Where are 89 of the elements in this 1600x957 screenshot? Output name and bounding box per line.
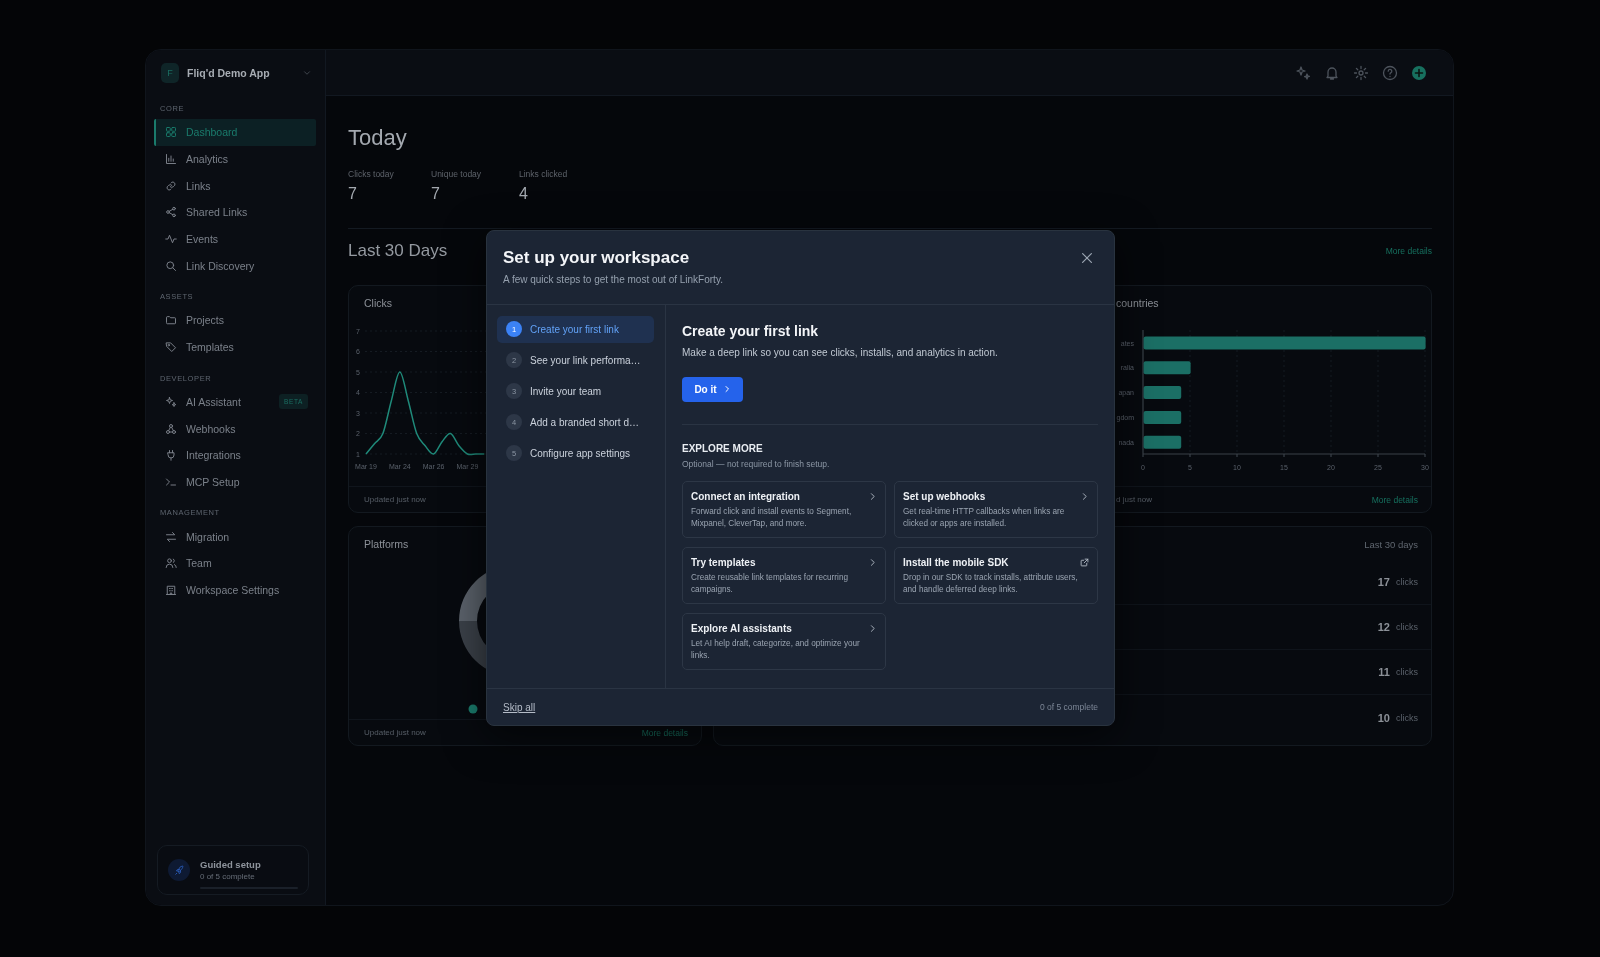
bar — [1143, 361, 1191, 375]
search-icon — [165, 259, 177, 272]
click-count: 11 — [1378, 666, 1390, 678]
chevron-icon — [722, 385, 731, 394]
chevron-icon — [868, 624, 877, 634]
section-note: Optional — not required to finish setup. — [682, 458, 831, 471]
stat-value: 4 — [519, 184, 529, 204]
section-heading: EXPLORE MORE — [682, 442, 764, 456]
users-icon — [165, 557, 177, 570]
nodes-icon — [165, 422, 177, 435]
nav-item[interactable]: Events — [154, 225, 316, 253]
chevron-icon — [1080, 492, 1089, 502]
stat-label: Links clicked — [519, 168, 569, 180]
link-icon — [165, 179, 177, 192]
nav-item[interactable]: Team — [154, 549, 316, 577]
bar — [1143, 410, 1182, 424]
pulse-icon — [165, 233, 177, 246]
update-time: Updated just now — [364, 728, 426, 737]
building-icon — [165, 583, 177, 596]
dialog-title: Set up your workspace — [503, 247, 691, 269]
legend-dot — [468, 704, 478, 714]
nav-item[interactable]: MCP Setup — [154, 468, 316, 496]
sparkle-icon[interactable] — [1295, 64, 1311, 81]
nav-item[interactable]: Migration — [154, 523, 316, 550]
click-count: 10 — [1377, 711, 1390, 724]
nav-item[interactable]: Integrations — [154, 441, 316, 469]
explore-card[interactable]: Set up webhooks Get real-time HTTP callbacks when links are clicked or apps are installed. — [894, 481, 1098, 539]
more-details-link[interactable]: More details — [1371, 494, 1418, 505]
help-icon[interactable] — [1382, 64, 1398, 81]
nav-item[interactable]: Link Discovery — [154, 252, 316, 280]
stat-label: Clicks today — [348, 168, 395, 180]
folder-icon — [165, 314, 177, 327]
app-name[interactable]: Fliq'd Demo App — [187, 67, 294, 79]
update-time: Updated just now — [364, 495, 426, 504]
progress-text: 0 of 5 complete — [1039, 702, 1098, 713]
unit-label: clicks — [1396, 667, 1418, 677]
step-title: Create your first link — [682, 321, 820, 340]
bell-icon[interactable] — [1324, 64, 1340, 81]
stat-label: Unique today — [431, 168, 483, 180]
explore-card[interactable]: Try templates Create reusable link templates for recurring campaigns. — [682, 547, 886, 605]
bar-chart-icon — [165, 153, 177, 166]
nav-item[interactable]: Shared Links — [154, 199, 316, 226]
stat-value: 7 — [348, 184, 358, 204]
add-icon[interactable] — [1411, 64, 1427, 81]
explore-card[interactable]: Install the mobile SDK Drop in our SDK to track installs, attribute users, and handle deferred deep links. — [894, 547, 1098, 605]
sparkle-icon — [165, 395, 177, 408]
chevron-icon[interactable] — [302, 68, 312, 78]
unit-label: clicks — [1396, 712, 1418, 723]
share-icon — [165, 206, 177, 219]
external-link-icon — [1080, 558, 1089, 568]
arrows-icon — [165, 530, 177, 543]
plug-icon — [165, 449, 177, 462]
chevron-icon — [868, 558, 877, 568]
page-title: Today — [348, 125, 408, 151]
click-count: 12 — [1377, 621, 1390, 633]
section-title: Last 30 Days — [348, 241, 448, 261]
close-icon — [1080, 251, 1094, 265]
guided-setup-button[interactable]: Guided setup 0 of 5 complete — [157, 845, 309, 895]
dialog-subtitle: A few quick steps to get the most out of LinkForty. — [503, 273, 723, 287]
chevron-icon — [868, 492, 877, 502]
stat-value: 7 — [431, 184, 441, 204]
card-title: Platforms — [363, 537, 410, 551]
nav-item[interactable]: Projects — [154, 307, 316, 334]
step-description: Make a deep link so you can see clicks, installs, and analytics in action. — [682, 346, 999, 361]
card-title: Clicks — [363, 296, 393, 310]
bar — [1143, 435, 1182, 449]
do-it-button[interactable]: Do it — [682, 376, 743, 402]
nav-item[interactable]: Dashboard — [154, 119, 316, 146]
grid-icon — [165, 126, 177, 139]
more-details-link[interactable]: More details — [1385, 246, 1432, 256]
tag-icon — [165, 341, 177, 354]
unit-label: clicks — [1396, 577, 1418, 587]
rocket-icon — [168, 859, 190, 881]
skip-all-link[interactable]: Skip all — [503, 701, 536, 713]
nav-item[interactable]: Webhooks — [154, 415, 316, 442]
unit-label: clicks — [1396, 622, 1418, 632]
bar — [1143, 386, 1182, 400]
nav-item[interactable]: Templates — [154, 333, 316, 361]
explore-card[interactable]: Connect an integration Forward click and install events to Segment, Mixpanel, CleverTap, and more. — [682, 481, 886, 539]
card-title: countries — [1115, 296, 1160, 310]
period-label: Last 30 days — [1364, 538, 1418, 552]
nav-item[interactable]: Workspace Settings — [154, 576, 316, 604]
app-logo: F — [161, 63, 179, 83]
explore-card[interactable]: Explore AI assistants Let AI help draft, categorize, and optimize your links. — [682, 613, 886, 671]
nav-item[interactable]: Links — [154, 172, 316, 200]
nav-item[interactable]: Analytics — [154, 145, 316, 173]
settings-icon[interactable] — [1353, 64, 1369, 81]
click-count: 17 — [1377, 576, 1390, 588]
terminal-icon — [165, 475, 177, 488]
